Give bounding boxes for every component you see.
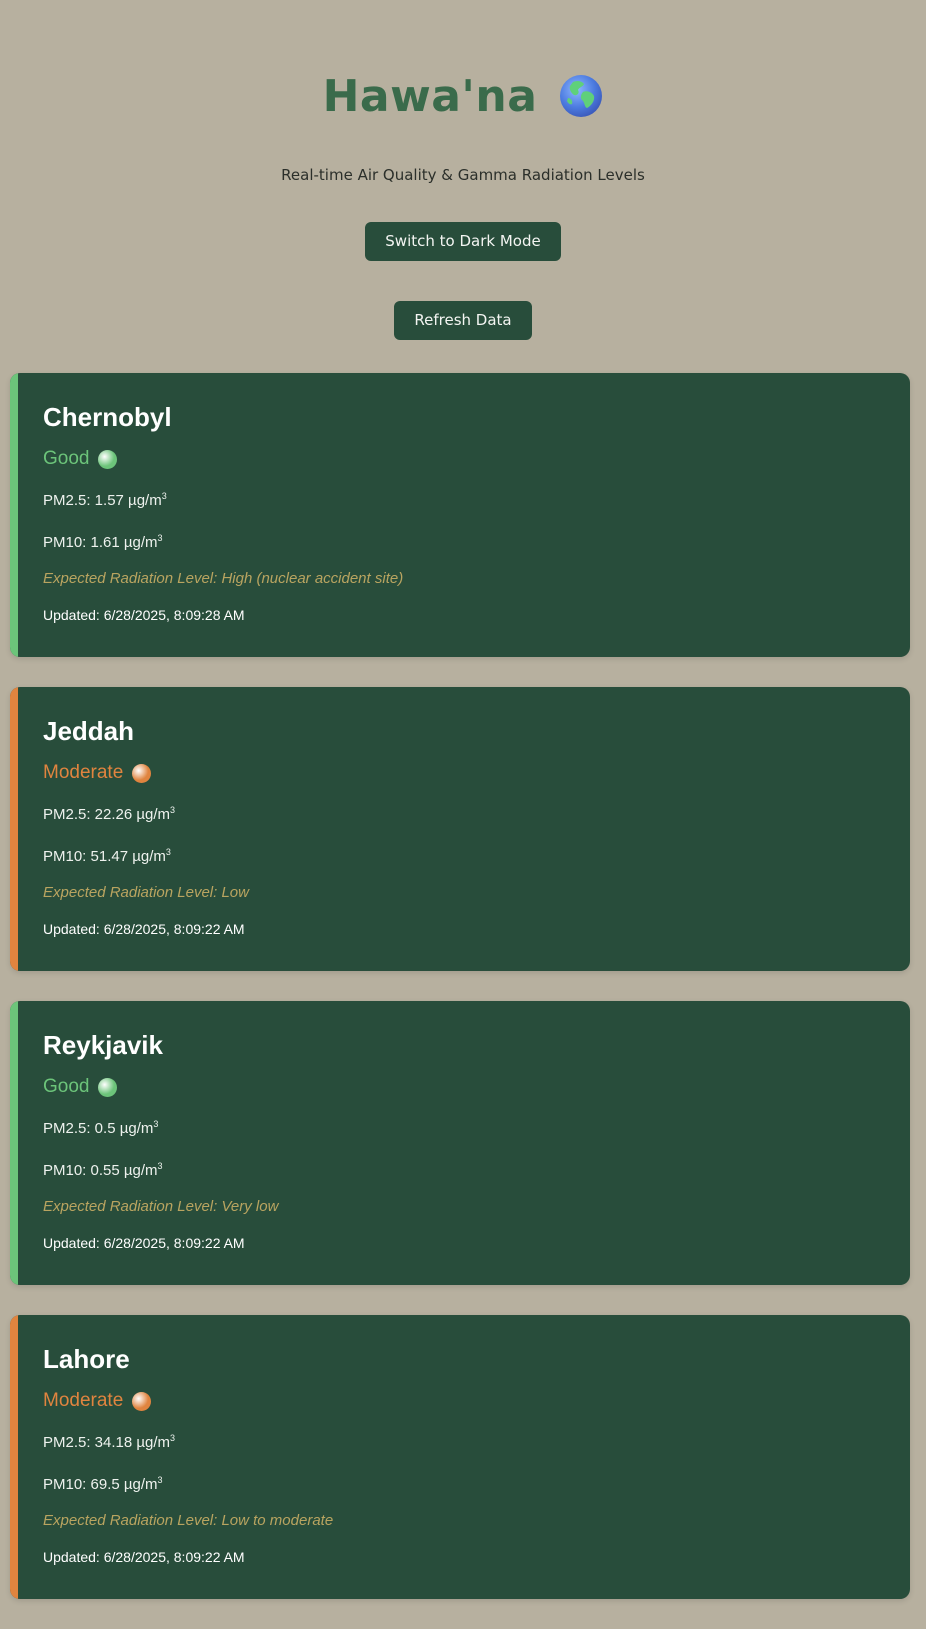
updated-timestamp: Updated: 6/28/2025, 8:09:22 AM — [43, 921, 245, 937]
updated-timestamp: Updated: 6/28/2025, 8:09:22 AM — [43, 1549, 245, 1565]
globe-icon — [559, 74, 603, 118]
page-title: Hawa'na — [322, 70, 538, 122]
pm10-value: PM10: 0.55 µg/m3 — [43, 1161, 163, 1179]
city-card: Reykjavik Good PM2.5: 0.5 µg/m3 PM10: 0.… — [10, 1001, 910, 1285]
pm25-value: PM2.5: 0.5 µg/m3 — [43, 1119, 159, 1137]
status-dot-icon — [98, 1077, 118, 1097]
pm25-value: PM2.5: 34.18 µg/m3 — [43, 1433, 176, 1451]
radiation-level: Expected Radiation Level: Low — [43, 884, 249, 901]
city-card: Jeddah Moderate PM2.5: 22.26 µg/m3 PM10:… — [10, 687, 910, 971]
updated-timestamp: Updated: 6/28/2025, 8:09:22 AM — [43, 1235, 245, 1251]
status-label: Moderate — [43, 762, 124, 783]
refresh-data-button[interactable]: Refresh Data — [394, 301, 532, 340]
pm10-value: PM10: 51.47 µg/m3 — [43, 847, 171, 865]
pm10-value: PM10: 69.5 µg/m3 — [43, 1475, 163, 1493]
page-subtitle: Real-time Air Quality & Gamma Radiation … — [281, 166, 645, 184]
status-label: Moderate — [43, 1390, 124, 1411]
city-name: Lahore — [43, 1344, 130, 1374]
status-dot-icon — [132, 1391, 152, 1411]
status-label: Good — [43, 448, 90, 469]
page-header: Hawa'na Real-time Air Quality & Gamma Ra… — [0, 0, 926, 185]
dark-mode-button[interactable]: Switch to Dark Mode — [365, 222, 561, 261]
status-label: Good — [43, 1076, 90, 1097]
status-accent-bar — [10, 1001, 18, 1285]
radiation-level: Expected Radiation Level: High (nuclear … — [43, 570, 404, 587]
air-quality-status: Moderate — [43, 1389, 910, 1413]
status-accent-bar — [10, 373, 18, 657]
pm25-value: PM2.5: 1.57 µg/m3 — [43, 491, 167, 509]
city-card: Chernobyl Good PM2.5: 1.57 µg/m3 PM10: 1… — [10, 373, 910, 657]
status-accent-bar — [10, 687, 18, 971]
title-row: Hawa'na — [0, 66, 926, 126]
pm10-value: PM10: 1.61 µg/m3 — [43, 533, 163, 551]
radiation-level: Expected Radiation Level: Low to moderat… — [43, 1512, 334, 1529]
city-name: Jeddah — [43, 716, 135, 746]
radiation-level: Expected Radiation Level: Very low — [43, 1198, 279, 1215]
status-accent-bar — [10, 1315, 18, 1599]
status-dot-icon — [132, 763, 152, 783]
air-quality-status: Good — [43, 447, 910, 471]
updated-timestamp: Updated: 6/28/2025, 8:09:28 AM — [43, 607, 245, 623]
dark-mode-row: Switch to Dark Mode — [0, 222, 926, 261]
status-dot-icon — [98, 449, 118, 469]
city-card-list: Chernobyl Good PM2.5: 1.57 µg/m3 PM10: 1… — [10, 373, 910, 1629]
city-name: Chernobyl — [43, 402, 172, 432]
city-name: Reykjavik — [43, 1030, 163, 1060]
pm25-value: PM2.5: 22.26 µg/m3 — [43, 805, 176, 823]
refresh-row: Refresh Data — [0, 301, 926, 340]
air-quality-status: Moderate — [43, 761, 910, 785]
air-quality-status: Good — [43, 1075, 910, 1099]
city-card: Lahore Moderate PM2.5: 34.18 µg/m3 PM10:… — [10, 1315, 910, 1599]
